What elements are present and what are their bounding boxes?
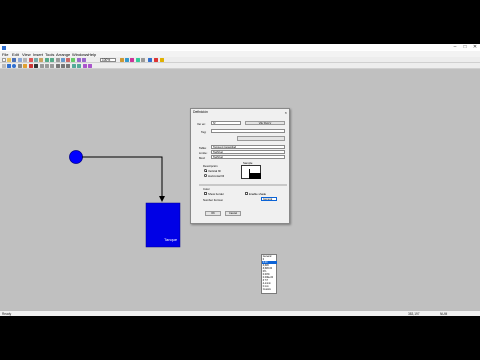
print-icon[interactable] xyxy=(18,58,22,62)
italic-icon[interactable] xyxy=(45,64,49,68)
divider xyxy=(199,184,287,186)
tank-label: Tanque xyxy=(164,237,178,242)
menu-file[interactable]: File xyxy=(2,52,8,57)
polyline-icon[interactable] xyxy=(18,64,22,68)
row5-label: Mod: xyxy=(199,156,206,160)
align-center-icon[interactable] xyxy=(61,64,65,68)
vertical-fill-label: Vertical fill xyxy=(208,169,221,173)
debug-icon[interactable] xyxy=(160,58,164,62)
zoom-combo[interactable]: 100% xyxy=(100,57,116,63)
select-icon[interactable] xyxy=(2,64,6,68)
dialog-title: Definición xyxy=(193,110,208,114)
menu-insert[interactable]: Insert xyxy=(33,52,43,57)
new-icon[interactable] xyxy=(2,58,6,62)
dropdown-option[interactable]: Custom xyxy=(262,288,277,291)
dialog-close-icon[interactable]: × xyxy=(285,110,287,115)
line-color-icon[interactable] xyxy=(29,64,33,68)
row3-field[interactable]: Tanque1.Capacidad xyxy=(211,145,285,149)
row5-field[interactable]: TagNivel xyxy=(211,155,285,159)
bring-front-icon[interactable] xyxy=(72,64,76,68)
redo-icon[interactable] xyxy=(50,58,54,62)
section-label: Color xyxy=(203,187,210,191)
undo-icon[interactable] xyxy=(45,58,49,62)
ellipse-icon[interactable] xyxy=(12,64,16,68)
zoom-in-icon[interactable] xyxy=(77,58,81,62)
close-button[interactable]: ✕ xyxy=(470,44,480,51)
show-border-checkbox[interactable] xyxy=(204,192,207,195)
pointer-icon[interactable] xyxy=(56,58,60,62)
font-color-icon[interactable] xyxy=(34,64,38,68)
open-icon[interactable] xyxy=(7,58,11,62)
horizontal-fill-radio[interactable] xyxy=(204,174,207,177)
vertical-fill-radio[interactable] xyxy=(204,169,207,172)
bold-icon[interactable] xyxy=(40,64,44,68)
align-right-icon[interactable] xyxy=(66,64,70,68)
menu-tools[interactable]: Tools xyxy=(45,52,54,57)
row2-field[interactable] xyxy=(211,129,285,133)
shape-icon[interactable] xyxy=(66,58,70,62)
menu-edit[interactable]: Edit xyxy=(12,52,19,57)
cancel-button[interactable]: Cancel xyxy=(225,211,241,216)
source-circle[interactable] xyxy=(69,150,83,164)
status-text: Ready xyxy=(2,312,12,316)
row2-label: Tag: xyxy=(201,130,207,134)
align-left-icon[interactable] xyxy=(56,64,60,68)
preview-block xyxy=(249,173,261,179)
connector-arrow[interactable] xyxy=(82,156,165,202)
line-icon[interactable] xyxy=(61,58,65,62)
zoom-out-icon[interactable] xyxy=(82,58,86,62)
preview-icon[interactable] xyxy=(23,58,27,62)
underline-icon[interactable] xyxy=(50,64,54,68)
num-lock-indicator: NUM xyxy=(440,312,448,316)
snap-icon[interactable] xyxy=(125,58,129,62)
horizontal-fill-label: Horizontal fill xyxy=(208,174,225,178)
show-border-label: Show border xyxy=(208,192,224,196)
group-label: Descripción xyxy=(203,164,218,168)
row1-label: Ver en: xyxy=(197,122,206,126)
number-format-label: Number Format xyxy=(203,198,223,202)
row1-field[interactable]: Nº xyxy=(211,121,241,125)
number-format-select[interactable]: General xyxy=(261,197,277,201)
paste-icon[interactable] xyxy=(39,58,43,62)
maximize-button[interactable]: □ xyxy=(460,44,470,51)
grid-icon[interactable] xyxy=(120,58,124,62)
row4-field[interactable]: TagNivel xyxy=(211,150,285,154)
menu-help[interactable]: Help xyxy=(88,52,96,57)
cursor-coordinates: 383,197 xyxy=(408,312,420,316)
text-icon[interactable] xyxy=(71,58,75,62)
status-bar: Ready 383,197 NUM xyxy=(0,310,480,316)
stop-icon[interactable] xyxy=(154,58,158,62)
row3-label: Tabla: xyxy=(199,146,207,150)
rectangle-icon[interactable] xyxy=(7,64,11,68)
align-icon[interactable] xyxy=(141,58,145,62)
copy-icon[interactable] xyxy=(34,58,38,62)
row1-button[interactable]: Vãy Ruit-V xyxy=(245,120,285,125)
run-icon[interactable] xyxy=(148,58,152,62)
layer-icon[interactable] xyxy=(130,58,134,62)
minimize-button[interactable]: – xyxy=(450,44,460,51)
fill-icon[interactable] xyxy=(23,64,27,68)
save-icon[interactable] xyxy=(12,58,16,62)
cut-icon[interactable] xyxy=(29,58,33,62)
flip-icon[interactable] xyxy=(88,64,92,68)
row2-button[interactable] xyxy=(237,136,285,141)
menu-arrange[interactable]: Arrange xyxy=(56,52,70,57)
number-format-dropdown[interactable]: General 0 0.00 #,##0 #,##0.00 0% 0.00% 0… xyxy=(261,254,277,294)
enable-shade-label: Enable shade xyxy=(249,192,267,196)
menu-windows[interactable]: Windows xyxy=(72,52,88,57)
title-bar: – □ ✕ xyxy=(0,44,480,51)
ok-button[interactable]: OK xyxy=(205,211,221,216)
group-icon[interactable] xyxy=(136,58,140,62)
enable-shade-checkbox[interactable] xyxy=(245,192,248,195)
application-window: – □ ✕ File Edit View Insert Tools Arrang… xyxy=(0,44,480,316)
send-back-icon[interactable] xyxy=(77,64,81,68)
rotate-icon[interactable] xyxy=(83,64,87,68)
menu-view[interactable]: View xyxy=(22,52,31,57)
row4-label: Límite: xyxy=(199,151,208,155)
app-icon xyxy=(2,45,6,50)
properties-dialog: Definición × Ver en: Nº Vãy Ruit-V Tag: … xyxy=(190,108,290,224)
fill-preview xyxy=(241,165,261,179)
